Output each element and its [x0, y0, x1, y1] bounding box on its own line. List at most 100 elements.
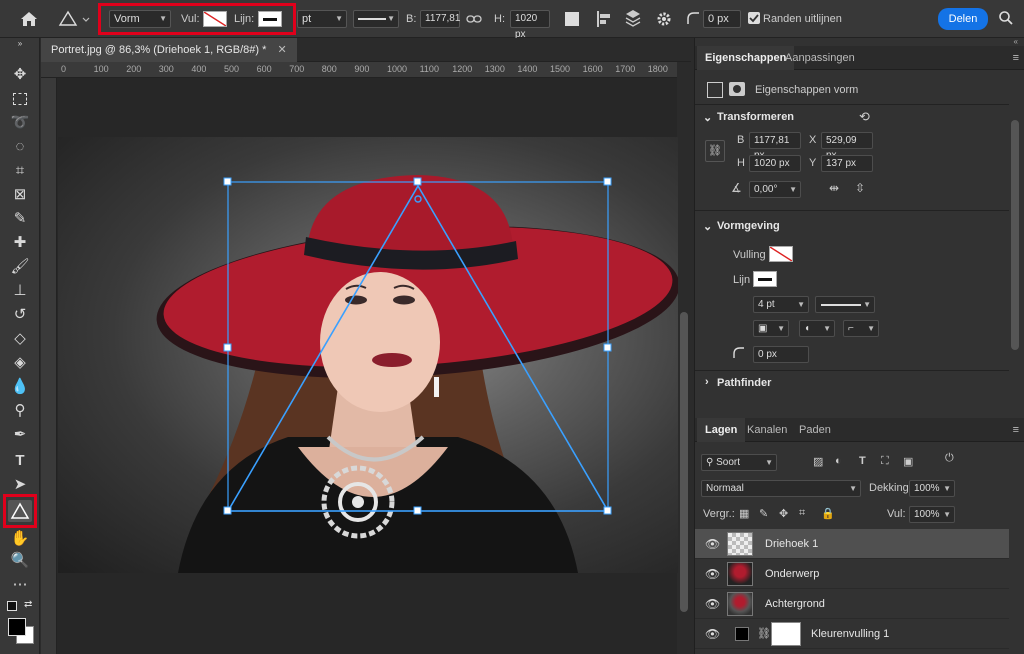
filter-toggle-icon[interactable]: ⏻	[945, 452, 954, 465]
layer-mask-thumbnail	[771, 622, 801, 646]
lock-transparency-icon[interactable]: ▦	[739, 507, 749, 520]
layer-thumbnail	[727, 592, 753, 616]
chevron-down-icon: ▼	[863, 300, 871, 309]
filter-pixel-icon[interactable]: ▨	[813, 455, 823, 468]
blend-mode-select[interactable]: Normaal ▼	[701, 480, 861, 497]
corner-radius-icon	[733, 347, 745, 359]
eye-icon[interactable]: 👁	[705, 567, 720, 581]
stroke-corner-icon: ⌐	[848, 323, 854, 334]
divider	[695, 370, 1009, 371]
x-input[interactable]: 529,09 px	[821, 132, 873, 161]
layer-row[interactable]: 👁 Onderwerp	[695, 559, 1009, 589]
filter-smart-object-icon[interactable]: ▣	[903, 455, 913, 468]
flip-vertical-icon[interactable]: ⇳	[855, 181, 865, 195]
pathfinder-title[interactable]: Pathfinder	[717, 377, 771, 389]
y-value: 137 px	[826, 158, 857, 169]
opacity-value: 100%	[914, 483, 940, 494]
divider	[695, 104, 1009, 105]
align-edges-checkbox[interactable]	[748, 12, 760, 24]
opacity-input[interactable]: 100% ▼	[909, 480, 955, 497]
h-label: H	[737, 157, 745, 169]
eye-icon[interactable]: 👁	[705, 597, 720, 611]
link-icon[interactable]: ⛓	[705, 140, 725, 162]
pathfinder-chevron-icon[interactable]: ›	[705, 376, 709, 388]
eye-icon[interactable]: 👁	[705, 627, 720, 641]
shape-selection-overlay[interactable]	[0, 0, 694, 654]
stroke-align-select[interactable]: ▣ ▼	[753, 320, 789, 337]
mask-properties-icon[interactable]	[729, 82, 745, 96]
properties-subtitle: Eigenschappen vorm	[755, 84, 859, 96]
stroke-swatch[interactable]	[753, 271, 777, 287]
y-input[interactable]: 137 px	[821, 155, 873, 172]
w-input[interactable]: 1177,81 px	[749, 132, 801, 161]
reset-icon[interactable]: ⟲	[859, 109, 870, 125]
chevron-down-icon: ▼	[765, 458, 773, 467]
tab-paths[interactable]: Paden	[791, 418, 839, 442]
divider	[695, 210, 1009, 211]
properties-tab-bar: Eigenschappen Aanpassingen ≡	[695, 46, 1024, 70]
shape-properties-icon[interactable]	[707, 82, 723, 98]
stroke-size-value: 4 pt	[758, 299, 775, 310]
filter-adjustment-icon[interactable]: ◐	[835, 455, 842, 467]
fill-label: Vul:	[887, 508, 906, 520]
angle-value: 0,00°	[754, 184, 778, 195]
corner-radius-input[interactable]: 0 px	[753, 346, 809, 363]
stroke-corner-select[interactable]: ⌐ ▼	[843, 320, 879, 337]
filter-shape-icon[interactable]: ⛶	[881, 455, 889, 468]
angle-icon: ∡	[731, 181, 742, 195]
filter-type-icon[interactable]: T	[859, 455, 866, 467]
eye-icon[interactable]: 👁	[705, 537, 720, 551]
tab-channels[interactable]: Kanalen	[739, 418, 795, 442]
lock-position-icon[interactable]: ✥	[779, 507, 788, 520]
stroke-align-icon: ▣	[758, 323, 768, 334]
chevron-down-icon: ▼	[777, 324, 785, 333]
share-button[interactable]: Delen	[938, 8, 988, 30]
properties-scrollbar[interactable]	[1011, 120, 1019, 350]
layer-row[interactable]: 👁 ⛓ Kleurenvulling 1	[695, 619, 1009, 649]
layer-name[interactable]: Achtergrond	[765, 598, 825, 610]
corner-radius-input[interactable]: 0 px	[703, 10, 741, 28]
layer-filter-select[interactable]: ⚲ Soort ▼	[701, 454, 777, 471]
h-input[interactable]: 1020 px	[749, 155, 801, 172]
lock-all-icon[interactable]: 🔒	[821, 507, 835, 520]
appearance-chevron-icon[interactable]: ⌄	[703, 220, 712, 233]
fill-label: Vulling	[733, 249, 766, 261]
tab-adjustments[interactable]: Aanpassingen	[777, 46, 863, 70]
layer-filter-value: Soort	[716, 457, 741, 468]
chevron-down-icon: ▼	[789, 185, 797, 194]
layer-row[interactable]: 👁 Achtergrond	[695, 589, 1009, 619]
lock-artboard-icon[interactable]: ⌗	[799, 507, 805, 520]
panel-menu-icon[interactable]: ≡	[1013, 424, 1019, 436]
lock-pixels-icon[interactable]: ✎	[759, 507, 768, 520]
layer-row[interactable]: 👁 Driehoek 1	[695, 529, 1009, 559]
x-label: X	[809, 134, 817, 146]
layer-name[interactable]: Kleurenvulling 1	[811, 628, 889, 640]
radius-value: 0 px	[708, 13, 729, 25]
layers-tab-bar: Lagen Kanalen Paden ≡	[695, 418, 1024, 442]
chevron-down-icon: ▼	[943, 484, 951, 493]
stroke-size-input[interactable]: 4 pt ▼	[753, 296, 809, 313]
appearance-title[interactable]: Vormgeving	[717, 220, 780, 232]
fill-layer-thumbnail	[735, 627, 749, 641]
layer-name[interactable]: Onderwerp	[765, 568, 819, 580]
stroke-type-select[interactable]: ▼	[815, 296, 875, 313]
chevron-down-icon: ▼	[867, 324, 875, 333]
layer-name[interactable]: Driehoek 1	[765, 538, 818, 550]
search-icon[interactable]	[998, 10, 1014, 26]
flip-horizontal-icon[interactable]: ⇹	[829, 181, 839, 195]
fill-swatch[interactable]	[769, 246, 793, 262]
transform-title[interactable]: Transformeren	[717, 111, 794, 123]
right-panel: « Eigenschappen Aanpassingen ≡ Eigenscha…	[694, 37, 1024, 654]
chevron-down-icon: ▼	[849, 484, 857, 493]
layer-thumbnail	[727, 562, 753, 586]
panel-collapse-icon[interactable]: «	[1014, 37, 1018, 46]
fill-input[interactable]: 100% ▼	[909, 506, 955, 523]
transform-chevron-icon[interactable]: ⌄	[703, 111, 712, 124]
opacity-label: Dekking:	[869, 482, 912, 494]
stroke-cap-select[interactable]: ◖ ▼	[799, 320, 835, 337]
search-icon: ⚲	[706, 457, 717, 468]
h-value: 1020 px	[754, 158, 790, 169]
fill-value: 100%	[914, 509, 940, 520]
angle-input[interactable]: 0,00° ▼	[749, 181, 801, 198]
panel-menu-icon[interactable]: ≡	[1013, 52, 1019, 64]
